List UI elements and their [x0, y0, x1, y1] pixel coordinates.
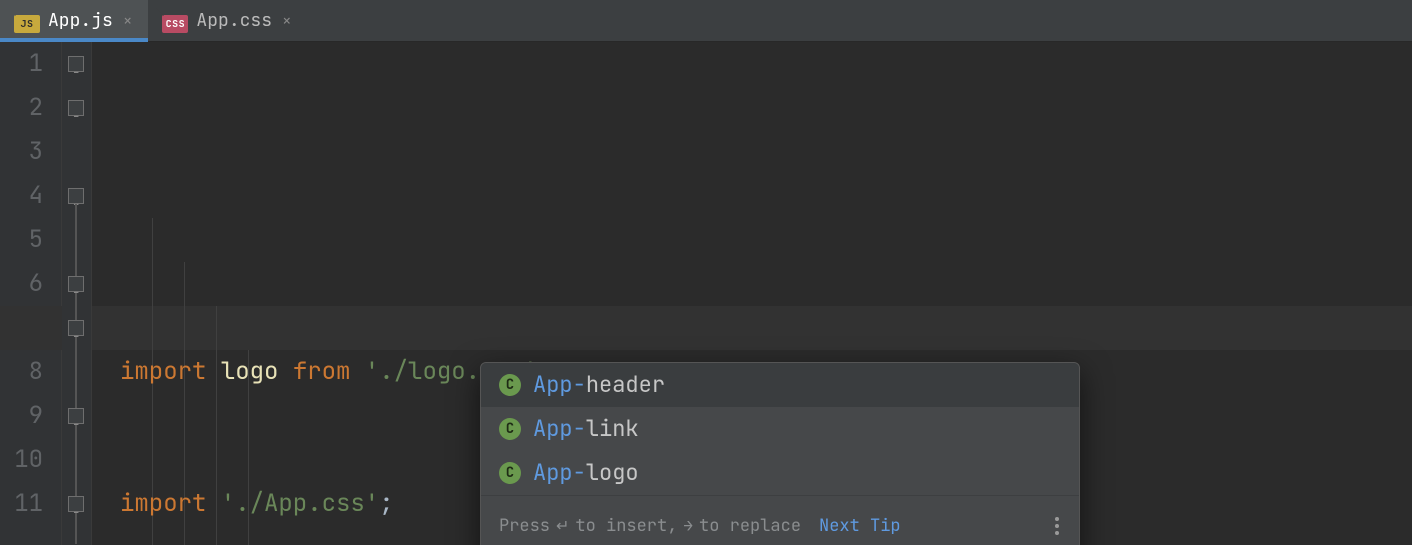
- line-number: 2: [0, 86, 43, 130]
- completion-hint: Press ↵ to insert, → to replace Next Tip: [499, 504, 901, 545]
- completion-item[interactable]: C App-link: [481, 407, 1079, 451]
- filetype-css-icon: CSS: [162, 15, 188, 33]
- tab-close-button[interactable]: ×: [280, 13, 294, 29]
- tab-key-icon: →: [683, 504, 693, 545]
- code-editor[interactable]: 1 2 3 4 5 6 7 8 9 10 11 import logo from…: [0, 42, 1412, 545]
- line-number: 6: [0, 262, 43, 306]
- completion-kind-icon: C: [499, 462, 521, 484]
- completion-match-prefix: App-: [533, 414, 586, 443]
- fold-toggle-icon[interactable]: [68, 408, 84, 424]
- line-number: 10: [0, 438, 43, 482]
- next-tip-link[interactable]: Next Tip: [819, 504, 901, 545]
- tab-app-js[interactable]: JS App.js ×: [0, 0, 148, 41]
- tab-app-css[interactable]: CSS App.css ×: [148, 0, 307, 41]
- fold-toggle-icon[interactable]: [68, 276, 84, 292]
- more-options-icon[interactable]: [1051, 513, 1063, 539]
- fold-toggle-icon[interactable]: [68, 320, 84, 336]
- fold-toggle-icon[interactable]: [68, 188, 84, 204]
- line-number: 4: [0, 174, 43, 218]
- fold-column: [62, 42, 92, 545]
- line-number: 9: [0, 394, 43, 438]
- line-number: 5: [0, 218, 43, 262]
- completion-footer: Press ↵ to insert, → to replace Next Tip: [481, 495, 1079, 545]
- tab-label: App.css: [196, 9, 272, 32]
- completion-match-prefix: App-: [533, 458, 586, 487]
- completion-kind-icon: C: [499, 374, 521, 396]
- fold-toggle-icon[interactable]: [68, 56, 84, 72]
- completion-label-rest: logo: [586, 458, 639, 487]
- line-number: 8: [0, 350, 43, 394]
- line-number: 1: [0, 42, 43, 86]
- completion-item[interactable]: C App-header: [481, 363, 1079, 407]
- completion-kind-icon: C: [499, 418, 521, 440]
- enter-key-icon: ↵: [556, 504, 569, 545]
- completion-item[interactable]: C App-logo: [481, 451, 1079, 495]
- completion-match-prefix: App-: [533, 370, 586, 399]
- fold-toggle-icon[interactable]: [68, 100, 84, 116]
- line-number: 11: [0, 482, 43, 526]
- editor-tabbar: JS App.js × CSS App.css ×: [0, 0, 1412, 42]
- code-completion-popup: C App-header C App-link C App-logo Press…: [480, 362, 1080, 545]
- file-dogear-icon: [8, 8, 16, 16]
- gutter: 1 2 3 4 5 6 7 8 9 10 11: [0, 42, 62, 545]
- fold-toggle-icon[interactable]: [68, 496, 84, 512]
- tab-close-button[interactable]: ×: [121, 13, 135, 29]
- file-dogear-icon: [156, 8, 164, 16]
- completion-label-rest: header: [586, 370, 665, 399]
- line-number: 3: [0, 130, 43, 174]
- completion-label-rest: link: [586, 414, 639, 443]
- filetype-js-icon: JS: [14, 15, 40, 33]
- tab-label: App.js: [48, 9, 113, 32]
